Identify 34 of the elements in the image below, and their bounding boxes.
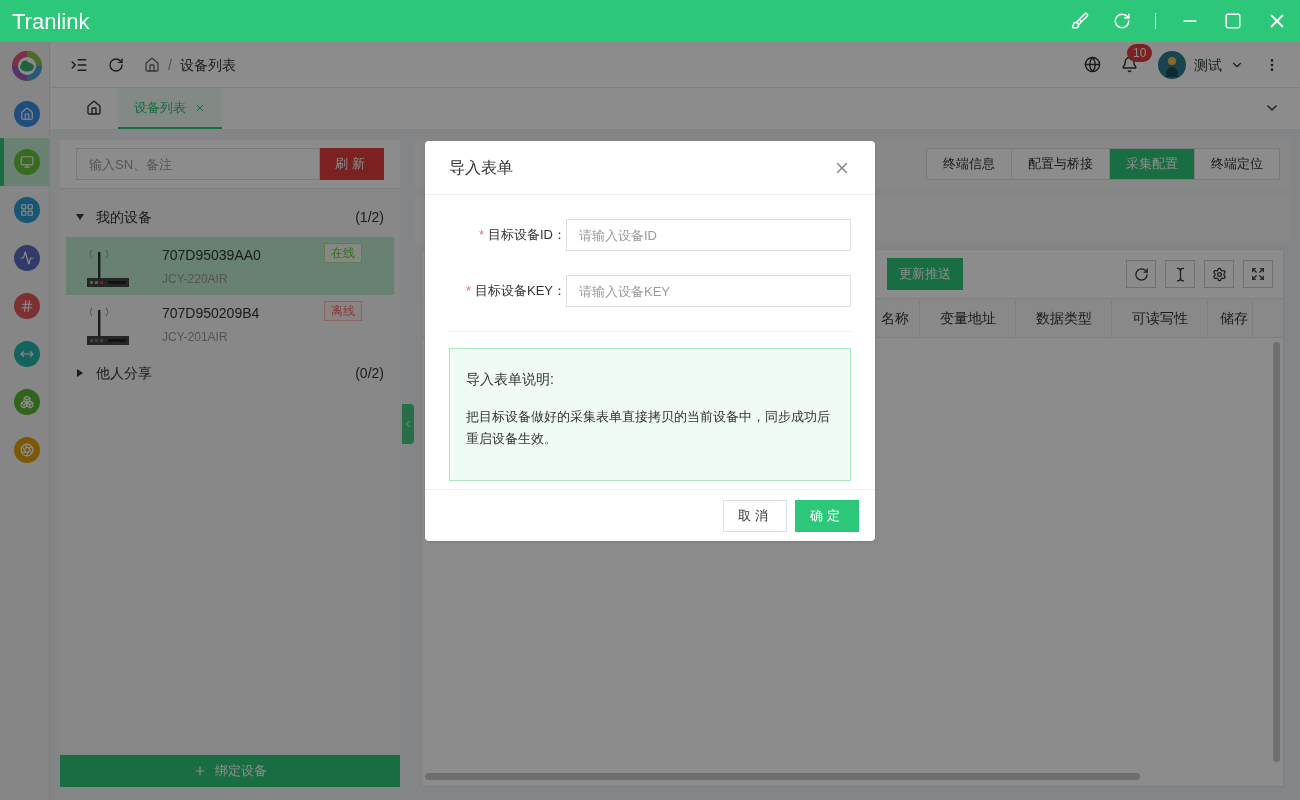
section-tab[interactable]: 配置与桥接 — [1011, 149, 1109, 179]
text-field[interactable]: 请输入设备ID — [566, 219, 851, 251]
device-sn: 707D95039AA0 — [162, 245, 261, 265]
info-title: 导入表单说明: — [466, 370, 555, 389]
dialog-title: 导入表单 — [449, 157, 513, 178]
column-header: 储存 — [1208, 299, 1253, 337]
user-name[interactable]: 测试 — [1194, 54, 1222, 75]
group-row[interactable]: 他人分享 (0/2) — [60, 353, 400, 393]
field-label: 目标设备ID： — [488, 226, 566, 245]
group-name: 我的设备 — [96, 208, 152, 227]
device-sn: 707D950209B4 — [162, 303, 260, 323]
column-header: 变量地址 — [920, 299, 1016, 337]
section-tab[interactable]: 终端信息 — [927, 149, 1011, 179]
breadcrumb-separator: / — [168, 55, 172, 75]
column-header: 可读写性 — [1112, 299, 1208, 337]
status-tag: 在线 — [324, 243, 362, 263]
breadcrumb-item: 设备列表 — [179, 55, 236, 75]
group-count: (1/2) — [355, 208, 384, 227]
status-tag: 离线 — [324, 301, 362, 321]
info-text: 把目标设备做好的采集表单直接拷贝的当前设备中，同步成功后重启设备生效。 — [466, 408, 831, 448]
column-header: 数据类型 — [1016, 299, 1112, 337]
text-field[interactable]: 请输入设备KEY — [566, 275, 851, 307]
group-row[interactable]: 我的设备 (1/2) — [60, 197, 400, 237]
section-tab[interactable]: 终端定位 — [1194, 149, 1279, 179]
required-mark: * — [465, 282, 471, 301]
group-count: (0/2) — [355, 364, 384, 383]
field-label: 目标设备KEY： — [475, 282, 566, 301]
refresh-button[interactable]: 刷新 — [320, 148, 384, 180]
group-name: 他人分享 — [96, 364, 152, 383]
window-title: Tranlink — [12, 7, 90, 36]
tab-label: 设备列表 — [134, 98, 186, 117]
required-mark: * — [478, 226, 484, 245]
cancel-button[interactable]: 取消 — [723, 499, 787, 532]
notification-count: 10 — [1127, 44, 1153, 62]
